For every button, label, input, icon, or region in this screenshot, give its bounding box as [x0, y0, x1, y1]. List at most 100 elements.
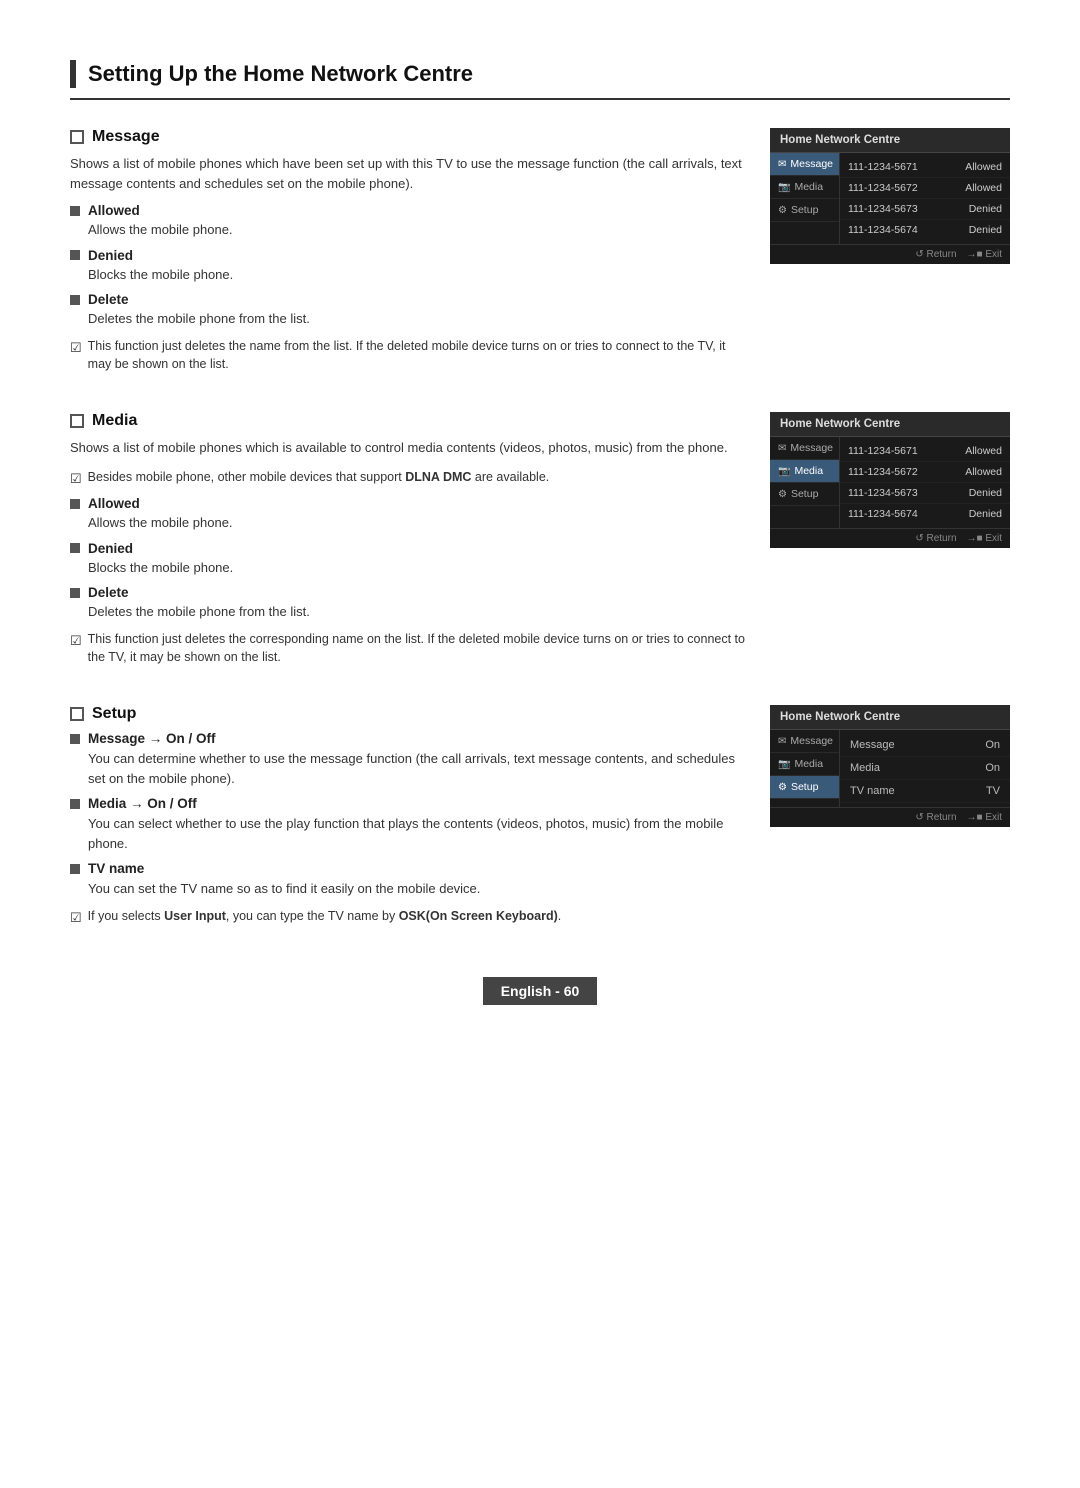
- media-denied-bullet: [70, 543, 80, 553]
- message-denied-desc: Blocks the mobile phone.: [88, 265, 750, 285]
- message-heading: Message: [70, 128, 750, 146]
- message-panel-menu: ✉ Message 📷 Media ⚙ Setup 111-1234-5671: [770, 153, 1010, 244]
- message-panel-sidebar: ✉ Message 📷 Media ⚙ Setup: [770, 153, 840, 244]
- setup-menu-icon: ⚙: [778, 205, 787, 216]
- media-heading-text: Media: [92, 412, 137, 430]
- media-denied-desc: Blocks the mobile phone.: [88, 558, 750, 578]
- note-icon: ☑: [70, 338, 82, 358]
- media-checkbox: [70, 414, 84, 428]
- tv-menu-media: 📷 Media: [770, 176, 839, 199]
- tv-menu-setup-active: ⚙ Setup: [770, 776, 839, 799]
- setup-message-onoff: Message → On / Off You can determine whe…: [70, 731, 750, 788]
- tv-menu-message-3: ✉ Message: [770, 730, 839, 753]
- setup-media-bullet: [70, 799, 80, 809]
- media-allowed-bullet: [70, 499, 80, 509]
- setup-tvname: TV name You can set the TV name so as to…: [70, 861, 750, 899]
- setup-checkbox: [70, 707, 84, 721]
- media-denied-heading: Denied: [70, 541, 750, 556]
- media-delete: Delete Deletes the mobile phone from the…: [70, 585, 750, 622]
- media-tv-panel: Home Network Centre ✉ Message 📷 Media ⚙ …: [770, 412, 1010, 548]
- page-number: English - 60: [483, 977, 598, 1005]
- tv-menu-message-active: ✉ Message: [770, 153, 839, 176]
- setup-heading-text: Setup: [92, 705, 136, 723]
- media-allowed-heading: Allowed: [70, 496, 750, 511]
- message-panel-content: 111-1234-5671 Allowed 111-1234-5672 Allo…: [840, 153, 1010, 244]
- tv-setup-row-3: TV name TV: [840, 780, 1010, 803]
- section-media-content: Media Shows a list of mobile phones whic…: [70, 412, 750, 675]
- media-heading: Media: [70, 412, 750, 430]
- setup-media-onoff: Media → On / Off You can select whether …: [70, 796, 750, 853]
- media-menu-icon-2: 📷: [778, 466, 790, 477]
- tv-menu-media-active: 📷 Media: [770, 460, 839, 483]
- tv-row-2: 111-1234-5672 Allowed: [840, 178, 1010, 199]
- message-allowed: Allowed Allows the mobile phone.: [70, 203, 750, 240]
- setup-menu-icon-2: ⚙: [778, 489, 787, 500]
- page-title-bar: Setting Up the Home Network Centre: [70, 60, 1010, 100]
- page: Setting Up the Home Network Centre Messa…: [0, 0, 1080, 1045]
- media-delete-desc: Deletes the mobile phone from the list.: [88, 602, 750, 622]
- tv-row-3: 111-1234-5673 Denied: [840, 199, 1010, 220]
- section-message-content: Message Shows a list of mobile phones wh…: [70, 128, 750, 382]
- media-dlna-note: ☑ Besides mobile phone, other mobile dev…: [70, 468, 750, 489]
- page-footer: English - 60: [0, 977, 1080, 1005]
- section-setup-content: Setup Message → On / Off You can determi…: [70, 705, 750, 935]
- media-panel-content: 111-1234-5671 Allowed 111-1234-5672 Allo…: [840, 437, 1010, 528]
- setup-media-onoff-desc: You can select whether to use the play f…: [88, 814, 750, 853]
- tv-menu-message-2: ✉ Message: [770, 437, 839, 460]
- setup-tv-panel: Home Network Centre ✉ Message 📷 Media ⚙ …: [770, 705, 1010, 827]
- setup-panel-sidebar: ✉ Message 📷 Media ⚙ Setup: [770, 730, 840, 807]
- setup-message-onoff-heading: Message → On / Off: [70, 731, 750, 746]
- tv-media-row-3: 111-1234-5673 Denied: [840, 483, 1010, 504]
- media-menu-icon-3: 📷: [778, 759, 790, 770]
- tv-setup-row-1: Message On: [840, 734, 1010, 757]
- setup-media-onoff-heading: Media → On / Off: [70, 796, 750, 811]
- setup-tvname-heading: TV name: [70, 861, 750, 876]
- setup-note: ☑ If you selects User Input, you can typ…: [70, 907, 750, 928]
- tv-media-row-1: 111-1234-5671 Allowed: [840, 441, 1010, 462]
- media-delete-heading: Delete: [70, 585, 750, 600]
- message-tv-panel: Home Network Centre ✉ Message 📷 Media ⚙ …: [770, 128, 1010, 264]
- setup-panel-footer: ↺ Return →■ Exit: [770, 807, 1010, 827]
- media-note: ☑ This function just deletes the corresp…: [70, 630, 750, 668]
- setup-tvname-desc: You can set the TV name so as to find it…: [88, 879, 750, 899]
- setup-heading: Setup: [70, 705, 750, 723]
- message-delete-heading: Delete: [70, 292, 750, 307]
- tv-media-row-4: 111-1234-5674 Denied: [840, 504, 1010, 524]
- message-panel-footer: ↺ Return →■ Exit: [770, 244, 1010, 264]
- message-note: ☑ This function just deletes the name fr…: [70, 337, 750, 375]
- title-accent: [70, 60, 76, 88]
- message-denied: Denied Blocks the mobile phone.: [70, 248, 750, 285]
- tv-menu-setup: ⚙ Setup: [770, 199, 839, 222]
- tv-row-1: 111-1234-5671 Allowed: [840, 157, 1010, 178]
- setup-message-bullet: [70, 734, 80, 744]
- tv-media-row-2: 111-1234-5672 Allowed: [840, 462, 1010, 483]
- section-media: Media Shows a list of mobile phones whic…: [70, 412, 1010, 675]
- setup-tvname-bullet: [70, 864, 80, 874]
- section-setup: Setup Message → On / Off You can determi…: [70, 705, 1010, 935]
- media-allowed: Allowed Allows the mobile phone.: [70, 496, 750, 533]
- denied-bullet: [70, 250, 80, 260]
- message-delete: Delete Deletes the mobile phone from the…: [70, 292, 750, 329]
- section-message: Message Shows a list of mobile phones wh…: [70, 128, 1010, 382]
- setup-panel-title: Home Network Centre: [770, 705, 1010, 730]
- setup-message-onoff-desc: You can determine whether to use the mes…: [88, 749, 750, 788]
- message-menu-icon: ✉: [778, 159, 786, 170]
- delete-bullet: [70, 295, 80, 305]
- message-desc: Shows a list of mobile phones which have…: [70, 154, 750, 193]
- message-menu-icon-3: ✉: [778, 736, 786, 747]
- setup-menu-icon-3: ⚙: [778, 782, 787, 793]
- message-allowed-heading: Allowed: [70, 203, 750, 218]
- media-menu-icon: 📷: [778, 182, 790, 193]
- setup-note-icon: ☑: [70, 908, 82, 928]
- page-title: Setting Up the Home Network Centre: [88, 61, 473, 87]
- allowed-bullet: [70, 206, 80, 216]
- message-panel-title: Home Network Centre: [770, 128, 1010, 153]
- setup-panel-content: Message On Media On TV name TV: [840, 730, 1010, 807]
- tv-menu-setup-2: ⚙ Setup: [770, 483, 839, 506]
- message-checkbox: [70, 130, 84, 144]
- media-desc: Shows a list of mobile phones which is a…: [70, 438, 750, 458]
- media-denied: Denied Blocks the mobile phone.: [70, 541, 750, 578]
- tv-setup-row-2: Media On: [840, 757, 1010, 780]
- message-menu-icon-2: ✉: [778, 443, 786, 454]
- dlna-note-icon: ☑: [70, 469, 82, 489]
